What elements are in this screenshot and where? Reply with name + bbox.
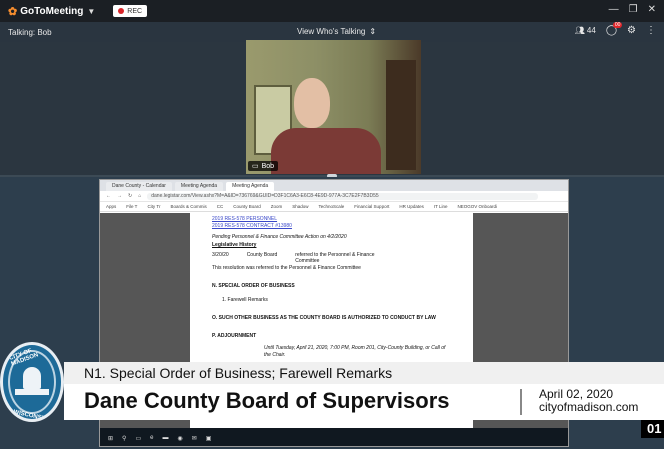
agenda-item: 1. Farewell Remarks bbox=[222, 297, 268, 303]
capitol-dome-icon bbox=[23, 367, 41, 389]
view-mode-selector[interactable]: View Who's Talking ⇕ bbox=[297, 27, 376, 36]
chrome-icon[interactable]: ◉ bbox=[177, 435, 182, 442]
history-body: County Board bbox=[246, 252, 278, 258]
attendee-count: 44 bbox=[586, 26, 596, 35]
pending-action: Pending Personnel & Finance Committee Ac… bbox=[212, 234, 347, 240]
chat-badge: 00 bbox=[612, 22, 623, 28]
start-icon[interactable]: ⊞ bbox=[108, 435, 113, 442]
meeting-toolbar: Talking: Bob View Who's Talking ⇕ 👥︎ 44 … bbox=[0, 22, 664, 42]
address-bar-row: ← → ↻ ⌂ dane.legistar.com/View.ashx?M=A&… bbox=[100, 191, 568, 202]
app-icon[interactable]: ▣ bbox=[206, 435, 212, 442]
edge-icon[interactable]: e bbox=[150, 435, 153, 441]
folder-icon[interactable]: ▬ bbox=[162, 435, 168, 441]
history-date: 3/20/20 bbox=[212, 252, 229, 258]
webcam-video[interactable] bbox=[246, 40, 421, 174]
browser-tab[interactable]: Meeting Agenda bbox=[174, 182, 224, 191]
banner-separator bbox=[520, 389, 522, 415]
screen: ✿ GoToMeeting ▼ REC — ❐ ✕ Talking: Bob V… bbox=[0, 0, 664, 449]
restore-button[interactable]: ❐ bbox=[629, 4, 638, 15]
attendees-button[interactable]: 👥︎ 44 bbox=[575, 26, 596, 35]
task-view-icon[interactable]: ▭ bbox=[135, 435, 141, 442]
gotomeeting-menu[interactable]: ✿ GoToMeeting ▼ bbox=[8, 5, 95, 18]
bookmark-item[interactable]: City Tr bbox=[147, 204, 160, 209]
settings-gear-icon[interactable]: ⚙ bbox=[627, 25, 636, 36]
bookmark-item[interactable]: Financial Support bbox=[354, 204, 389, 209]
forward-arrow-icon[interactable]: → bbox=[117, 193, 122, 199]
history-action: referred to the Personnel & Finance Comm… bbox=[295, 252, 375, 264]
toolbar-right: 👥︎ 44 ◯ 00 ⚙ ⋮ bbox=[575, 22, 656, 36]
close-button[interactable]: ✕ bbox=[648, 4, 656, 15]
bookmarks-bar: Apps File T City Tr Boards & Commis CC C… bbox=[100, 202, 568, 212]
app-title-bar: ✿ GoToMeeting ▼ REC — ❐ ✕ bbox=[0, 0, 664, 22]
minimize-button[interactable]: — bbox=[609, 4, 619, 15]
rec-label: REC bbox=[127, 7, 143, 15]
back-arrow-icon[interactable]: ← bbox=[106, 193, 111, 199]
bookmark-item[interactable]: Shadow bbox=[292, 204, 308, 209]
bookmark-item[interactable]: TechnoScale bbox=[319, 204, 345, 209]
meeting-date: April 02, 2020 bbox=[539, 387, 614, 401]
history-label: Legislative History bbox=[212, 242, 257, 248]
bookmark-item[interactable]: CC bbox=[217, 204, 224, 209]
browser-tabs: Dane County - Calendar Meeting Agenda Me… bbox=[100, 180, 568, 191]
bookmark-item[interactable]: Apps bbox=[106, 204, 116, 209]
brand-label: GoToMeeting bbox=[20, 5, 84, 17]
bookmark-item[interactable]: County Board bbox=[233, 204, 261, 209]
browser-tab-active[interactable]: Meeting Agenda bbox=[226, 182, 275, 191]
participant-body bbox=[271, 128, 381, 174]
browser-tab[interactable]: Dane County - Calendar bbox=[106, 182, 172, 191]
search-icon[interactable]: ⚲ bbox=[122, 435, 126, 442]
bookmark-item[interactable]: Zoom bbox=[271, 204, 283, 209]
chat-button[interactable]: ◯ 00 bbox=[606, 22, 623, 36]
bookmark-item[interactable]: NEOGOV Onboardi bbox=[458, 204, 498, 209]
webcam-icon: ▭ bbox=[252, 163, 259, 170]
home-icon[interactable]: ⌂ bbox=[138, 193, 141, 199]
url-field[interactable]: dane.legistar.com/View.ashx?M=A&ID=73676… bbox=[147, 192, 538, 200]
bookmark-item[interactable]: File T bbox=[126, 204, 137, 209]
bookmark-item[interactable]: HR Updates bbox=[399, 204, 424, 209]
swap-arrows-icon: ⇕ bbox=[369, 27, 377, 36]
agenda-item-banner: N1. Special Order of Business; Farewell … bbox=[64, 362, 664, 384]
agenda-link[interactable]: 2019 RES-578 CONTRACT #13980 bbox=[212, 223, 451, 230]
chevron-down-icon: ▼ bbox=[87, 6, 96, 16]
timecode: 01 bbox=[641, 420, 664, 438]
banner-title: Dane County Board of Supervisors bbox=[84, 388, 450, 413]
windows-taskbar: ⊞ ⚲ ▭ e ▬ ◉ ✉ ▣ bbox=[100, 428, 568, 446]
bookmark-item[interactable]: Boards & Commis bbox=[170, 204, 206, 209]
history-row: 3/20/20 County Board referred to the Per… bbox=[212, 252, 451, 264]
talking-indicator: Talking: Bob bbox=[8, 27, 52, 37]
recording-indicator[interactable]: REC bbox=[113, 5, 148, 17]
adjourn-text: Until Tuesday, April 21, 2020, 7:00 PM, … bbox=[264, 345, 446, 358]
section-heading: N. SPECIAL ORDER OF BUSINESS bbox=[212, 283, 295, 289]
record-dot-icon bbox=[118, 8, 125, 14]
banner-subtitle: N1. Special Order of Business; Farewell … bbox=[84, 365, 393, 381]
mail-icon[interactable]: ✉ bbox=[192, 435, 197, 442]
participant-name: Bob bbox=[261, 162, 275, 170]
reload-icon[interactable]: ↻ bbox=[128, 193, 132, 199]
bookmark-item[interactable]: IT Line bbox=[434, 204, 448, 209]
people-icon: 👥︎ bbox=[574, 26, 585, 35]
more-options-icon[interactable]: ⋮ bbox=[646, 25, 656, 36]
view-mode-label: View Who's Talking bbox=[297, 27, 366, 36]
city-seal-logo: CITY OF MADISON WISCONSIN bbox=[0, 342, 64, 422]
agenda-link[interactable]: 2019 RES-578 PERSONNEL bbox=[212, 216, 451, 223]
participant-name-tag: ▭ Bob bbox=[248, 161, 279, 171]
website-label: cityofmadison.com bbox=[539, 400, 639, 414]
section-heading: P. ADJOURNMENT bbox=[212, 333, 257, 339]
window-controls: — ❐ ✕ bbox=[609, 4, 656, 15]
history-note: This resolution was referred to the Pers… bbox=[212, 265, 361, 271]
section-heading: O. SUCH OTHER BUSINESS AS THE COUNTY BOA… bbox=[212, 315, 436, 321]
gotomeeting-logo-icon: ✿ bbox=[8, 5, 18, 18]
participant-head bbox=[294, 78, 330, 128]
